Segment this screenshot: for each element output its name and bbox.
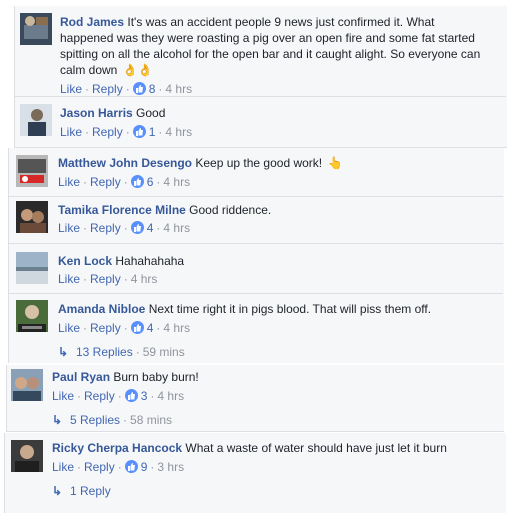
reply-arrow-icon: ↳ — [52, 484, 63, 498]
comment-actions: Like · Reply · 3 · 4 hrs — [52, 389, 185, 403]
like-reaction-icon — [130, 221, 144, 234]
comment-text: Good — [136, 106, 166, 120]
comment-author[interactable]: Ricky Cherpa Hancock — [52, 441, 182, 455]
like-count[interactable]: 9 — [141, 460, 148, 474]
reply-link[interactable]: Reply — [84, 389, 115, 403]
like-link[interactable]: Like — [58, 175, 80, 189]
replies-count[interactable]: 1 Reply — [70, 484, 111, 498]
like-reaction-icon — [130, 175, 144, 188]
comment-author[interactable]: Amanda Nibloe — [58, 302, 145, 316]
view-replies-link[interactable]: ↳ 5 Replies · 58 mins — [52, 412, 172, 428]
comment-actions: Like · Reply · 9 · 3 hrs — [52, 460, 185, 474]
divider — [8, 196, 503, 197]
comment-time[interactable]: 4 hrs — [163, 221, 190, 235]
like-link[interactable]: Like — [58, 321, 80, 335]
comment-author[interactable]: Paul Ryan — [52, 370, 110, 384]
comment-author[interactable]: Matthew John Desengo — [58, 156, 192, 170]
comment-time[interactable]: 3 hrs — [157, 460, 184, 474]
comment-actions: Like · Reply · 4 · 4 hrs — [58, 321, 191, 335]
comment-text: Burn baby burn! — [113, 370, 199, 384]
view-replies-link[interactable]: ↳ 1 Reply — [52, 483, 111, 499]
comment-author[interactable]: Tamika Florence Milne — [58, 203, 186, 217]
avatar[interactable] — [16, 252, 48, 284]
avatar[interactable] — [20, 13, 52, 45]
replies-count[interactable]: 13 Replies — [76, 345, 133, 359]
avatar[interactable] — [11, 369, 43, 401]
like-link[interactable]: Like — [52, 460, 74, 474]
comment-time[interactable]: 4 hrs — [163, 175, 190, 189]
avatar[interactable] — [16, 155, 48, 187]
comment-author[interactable]: Rod James — [60, 15, 124, 29]
comment-time[interactable]: 4 hrs — [165, 125, 192, 139]
comment-actions: Like · Reply · 4 · 4 hrs — [58, 221, 191, 235]
like-count[interactable]: 1 — [149, 125, 156, 139]
comment-author[interactable]: Jason Harris — [60, 106, 133, 120]
avatar[interactable] — [11, 440, 43, 472]
like-reaction-icon — [130, 321, 144, 334]
pointing-up-emoji: 👆 — [327, 156, 343, 170]
view-replies-link[interactable]: ↳ 13 Replies · 59 mins — [58, 344, 185, 360]
like-link[interactable]: Like — [60, 125, 82, 139]
like-count[interactable]: 4 — [147, 221, 154, 235]
comment-author[interactable]: Ken Lock — [58, 254, 112, 268]
comment-actions: Like · Reply · 1 · 4 hrs — [60, 125, 193, 139]
comment-text: Hahahahaha — [115, 254, 185, 268]
avatar[interactable] — [20, 104, 52, 136]
like-count[interactable]: 3 — [141, 389, 148, 403]
comment-text: Keep up the good work! — [195, 156, 323, 170]
reply-link[interactable]: Reply — [92, 82, 123, 96]
replies-time: 59 mins — [142, 345, 185, 359]
like-link[interactable]: Like — [58, 272, 80, 286]
avatar[interactable] — [16, 201, 48, 233]
reply-link[interactable]: Reply — [90, 221, 121, 235]
divider — [8, 243, 503, 244]
like-link[interactable]: Like — [52, 389, 74, 403]
like-count[interactable]: 8 — [149, 82, 156, 96]
comment-time[interactable]: 4 hrs — [163, 321, 190, 335]
like-reaction-icon — [124, 460, 138, 473]
reply-link[interactable]: Reply — [90, 321, 121, 335]
divider — [8, 293, 503, 294]
like-link[interactable]: Like — [60, 82, 82, 96]
comment-actions: Like · Reply · 6 · 4 hrs — [58, 175, 191, 189]
avatar[interactable] — [16, 300, 48, 332]
comment-text: Next time right it in pigs blood. That w… — [148, 302, 432, 316]
reply-link[interactable]: Reply — [90, 175, 121, 189]
ok-hand-emoji: 👌👌 — [122, 63, 153, 77]
reply-link[interactable]: Reply — [90, 272, 121, 286]
comment-time[interactable]: 4 hrs — [165, 82, 192, 96]
comment-actions: Like · Reply · 4 hrs — [58, 272, 158, 286]
like-count[interactable]: 6 — [147, 175, 154, 189]
reply-arrow-icon: ↳ — [58, 345, 69, 359]
comment-time[interactable]: 4 hrs — [157, 389, 184, 403]
like-link[interactable]: Like — [58, 221, 80, 235]
reply-link[interactable]: Reply — [92, 125, 123, 139]
like-reaction-icon — [132, 125, 146, 138]
comment-text: Good riddence. — [189, 203, 272, 217]
reply-link[interactable]: Reply — [84, 460, 115, 474]
comment-time[interactable]: 4 hrs — [131, 272, 158, 286]
replies-count[interactable]: 5 Replies — [70, 413, 120, 427]
replies-time: 58 mins — [130, 413, 173, 427]
like-count[interactable]: 4 — [147, 321, 154, 335]
like-reaction-icon — [132, 82, 146, 95]
like-reaction-icon — [124, 389, 138, 402]
reply-arrow-icon: ↳ — [52, 413, 63, 427]
comment-actions: Like · Reply · 8 · 4 hrs — [60, 82, 193, 96]
comment-text: What a waste of water should have just l… — [185, 441, 447, 455]
